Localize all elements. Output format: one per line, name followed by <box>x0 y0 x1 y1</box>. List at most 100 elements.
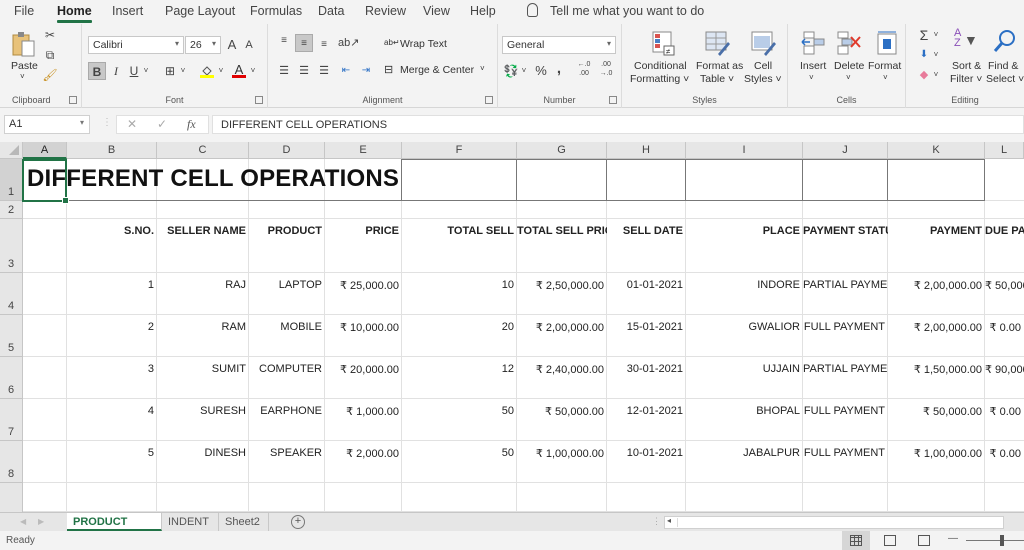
data-cell[interactable]: 10-01-2021 <box>607 447 686 459</box>
data-cell[interactable]: ₹ 1,000.00 <box>325 405 402 418</box>
row-header-8[interactable]: 8 <box>0 441 23 483</box>
data-cell[interactable]: ₹ 2,00,000.00 <box>888 321 985 334</box>
data-cell[interactable]: PARTIAL PAYMENT <box>803 363 888 375</box>
accounting-format-icon[interactable]: 💱 <box>502 62 520 80</box>
data-cell[interactable]: FULL PAYMENT <box>803 447 888 459</box>
data-cell[interactable]: ₹ 10,000.00 <box>325 321 402 334</box>
data-cell[interactable]: FULL PAYMENT <box>803 405 888 417</box>
font-color-icon[interactable]: A <box>232 62 246 78</box>
data-cell[interactable]: 2 <box>67 321 157 333</box>
alignment-launcher-icon[interactable] <box>485 96 493 104</box>
number-launcher-icon[interactable] <box>609 96 617 104</box>
conditional-formatting-button[interactable]: ≠ Conditional Formatting ˅ <box>628 28 694 90</box>
next-sheet-icon[interactable]: ▶ <box>38 517 44 526</box>
data-cell[interactable]: ₹ 2,40,000.00 <box>517 363 607 376</box>
splitter-handle[interactable]: ⋮ <box>102 117 112 128</box>
data-cell[interactable]: UJJAIN <box>686 363 803 375</box>
column-header-b[interactable]: B <box>67 142 157 159</box>
data-cell[interactable]: 5 <box>67 447 157 459</box>
font-size-select[interactable]: 26 ▾ <box>185 36 221 54</box>
decrease-decimal-button[interactable]: .00 →.0 <box>596 60 616 78</box>
header-cell[interactable]: TOTAL SELL <box>402 225 517 237</box>
data-cell[interactable]: ₹ 1,50,000.00 <box>888 363 985 376</box>
decrease-indent-icon[interactable]: ⇤ <box>338 62 354 80</box>
page-layout-view-button[interactable] <box>876 531 904 550</box>
data-cell[interactable]: ₹ 0.00 <box>985 447 1024 460</box>
middle-align-icon[interactable]: ≡ <box>295 34 313 52</box>
header-cell[interactable]: SELL DATE <box>607 225 686 237</box>
column-header-f[interactable]: F <box>402 142 517 159</box>
enter-icon[interactable]: ✓ <box>157 117 167 131</box>
sheet-tab-sheet2[interactable]: Sheet2 <box>219 513 269 531</box>
menu-home[interactable]: Home <box>57 4 92 23</box>
paste-button[interactable]: Paste ˅ <box>8 28 40 81</box>
data-cell[interactable]: ₹ 25,000.00 <box>325 279 402 292</box>
data-cell[interactable]: ₹ 90,000.00 <box>985 363 1024 376</box>
copy-icon[interactable]: ⧉ <box>42 46 58 64</box>
data-cell[interactable]: ₹ 0.00 <box>985 405 1024 418</box>
tell-me-search[interactable]: Tell me what you want to do <box>527 3 704 18</box>
data-cell[interactable]: FULL PAYMENT <box>803 321 888 333</box>
select-all-button[interactable] <box>0 142 23 159</box>
data-cell[interactable]: 4 <box>67 405 157 417</box>
data-cell[interactable]: 1 <box>67 279 157 291</box>
prev-sheet-icon[interactable]: ◀ <box>20 517 26 526</box>
data-cell[interactable]: PARTIAL PAYMENT <box>803 279 888 291</box>
data-cell[interactable]: EARPHONE <box>249 405 325 417</box>
scroll-left-icon[interactable]: ◂ <box>667 516 671 525</box>
align-left-icon[interactable]: ☰ <box>276 62 292 80</box>
header-cell[interactable]: TOTAL SELL PRICE <box>517 225 607 237</box>
menu-insert[interactable]: Insert <box>112 4 143 18</box>
italic-button[interactable]: I <box>109 62 123 80</box>
row-header-5[interactable]: 5 <box>0 315 23 357</box>
column-header-k[interactable]: K <box>888 142 985 159</box>
underline-dropdown-icon[interactable]: ˅ <box>141 62 151 80</box>
add-sheet-button[interactable]: + <box>291 515 305 529</box>
cut-icon[interactable]: ✂ <box>42 26 58 44</box>
increase-decimal-button[interactable]: ←.0.00 <box>574 60 594 78</box>
clipboard-launcher-icon[interactable] <box>69 96 77 104</box>
merge-center-button[interactable]: ⊟ Merge & Center ˅ <box>384 62 494 80</box>
accounting-dropdown-icon[interactable]: ˅ <box>520 62 528 80</box>
row-header-3[interactable]: 3 <box>0 219 23 273</box>
data-cell[interactable]: ₹ 20,000.00 <box>325 363 402 376</box>
bold-button[interactable]: B <box>88 62 106 80</box>
column-header-l[interactable]: L <box>985 142 1024 159</box>
font-launcher-icon[interactable] <box>255 96 263 104</box>
cell-styles-button[interactable]: Cell Styles ˅ <box>744 28 784 90</box>
data-cell[interactable]: 30-01-2021 <box>607 363 686 375</box>
cancel-icon[interactable]: ✕ <box>127 117 137 131</box>
data-cell[interactable]: ₹ 50,000.00 <box>888 405 985 418</box>
find-select-button[interactable]: Find & Select ˅ <box>986 28 1024 90</box>
format-cells-button[interactable]: Format ˅ <box>868 28 904 90</box>
insert-function-icon[interactable]: fx <box>187 117 196 132</box>
data-cell[interactable]: JABALPUR <box>686 447 803 459</box>
active-cell-selection[interactable] <box>22 159 69 204</box>
sheet-tab-product-cell[interactable]: PRODUCT CELL <box>67 513 162 540</box>
data-cell[interactable]: 12-01-2021 <box>607 405 686 417</box>
column-header-g[interactable]: G <box>517 142 607 159</box>
menu-data[interactable]: Data <box>318 4 344 18</box>
data-cell[interactable]: DINESH <box>157 447 249 459</box>
column-header-d[interactable]: D <box>249 142 325 159</box>
column-header-c[interactable]: C <box>157 142 249 159</box>
grow-font-button[interactable]: A <box>225 36 239 54</box>
data-cell[interactable]: ₹ 0.00 <box>985 321 1024 334</box>
scroll-thumb[interactable] <box>677 518 1001 527</box>
column-header-j[interactable]: J <box>803 142 888 159</box>
autosum-dropdown-icon[interactable]: ˅ <box>932 26 940 44</box>
row-header-4[interactable]: 4 <box>0 273 23 315</box>
insert-cells-button[interactable]: Insert ˅ <box>796 28 830 90</box>
data-cell[interactable]: ₹ 2,50,000.00 <box>517 279 607 292</box>
header-cell[interactable]: PRICE <box>325 225 402 237</box>
column-header-a[interactable]: A <box>23 142 67 159</box>
increase-indent-icon[interactable]: ⇥ <box>358 62 374 80</box>
normal-view-button[interactable] <box>842 531 870 550</box>
data-cell[interactable]: 50 <box>402 447 517 459</box>
font-color-dropdown-icon[interactable]: ˅ <box>248 62 258 80</box>
data-cell[interactable]: ₹ 50,000.00 <box>517 405 607 418</box>
header-cell[interactable]: PLACE <box>686 225 803 237</box>
data-cell[interactable]: COMPUTER <box>249 363 325 375</box>
percent-button[interactable]: % <box>534 62 548 80</box>
data-cell[interactable]: RAM <box>157 321 249 333</box>
